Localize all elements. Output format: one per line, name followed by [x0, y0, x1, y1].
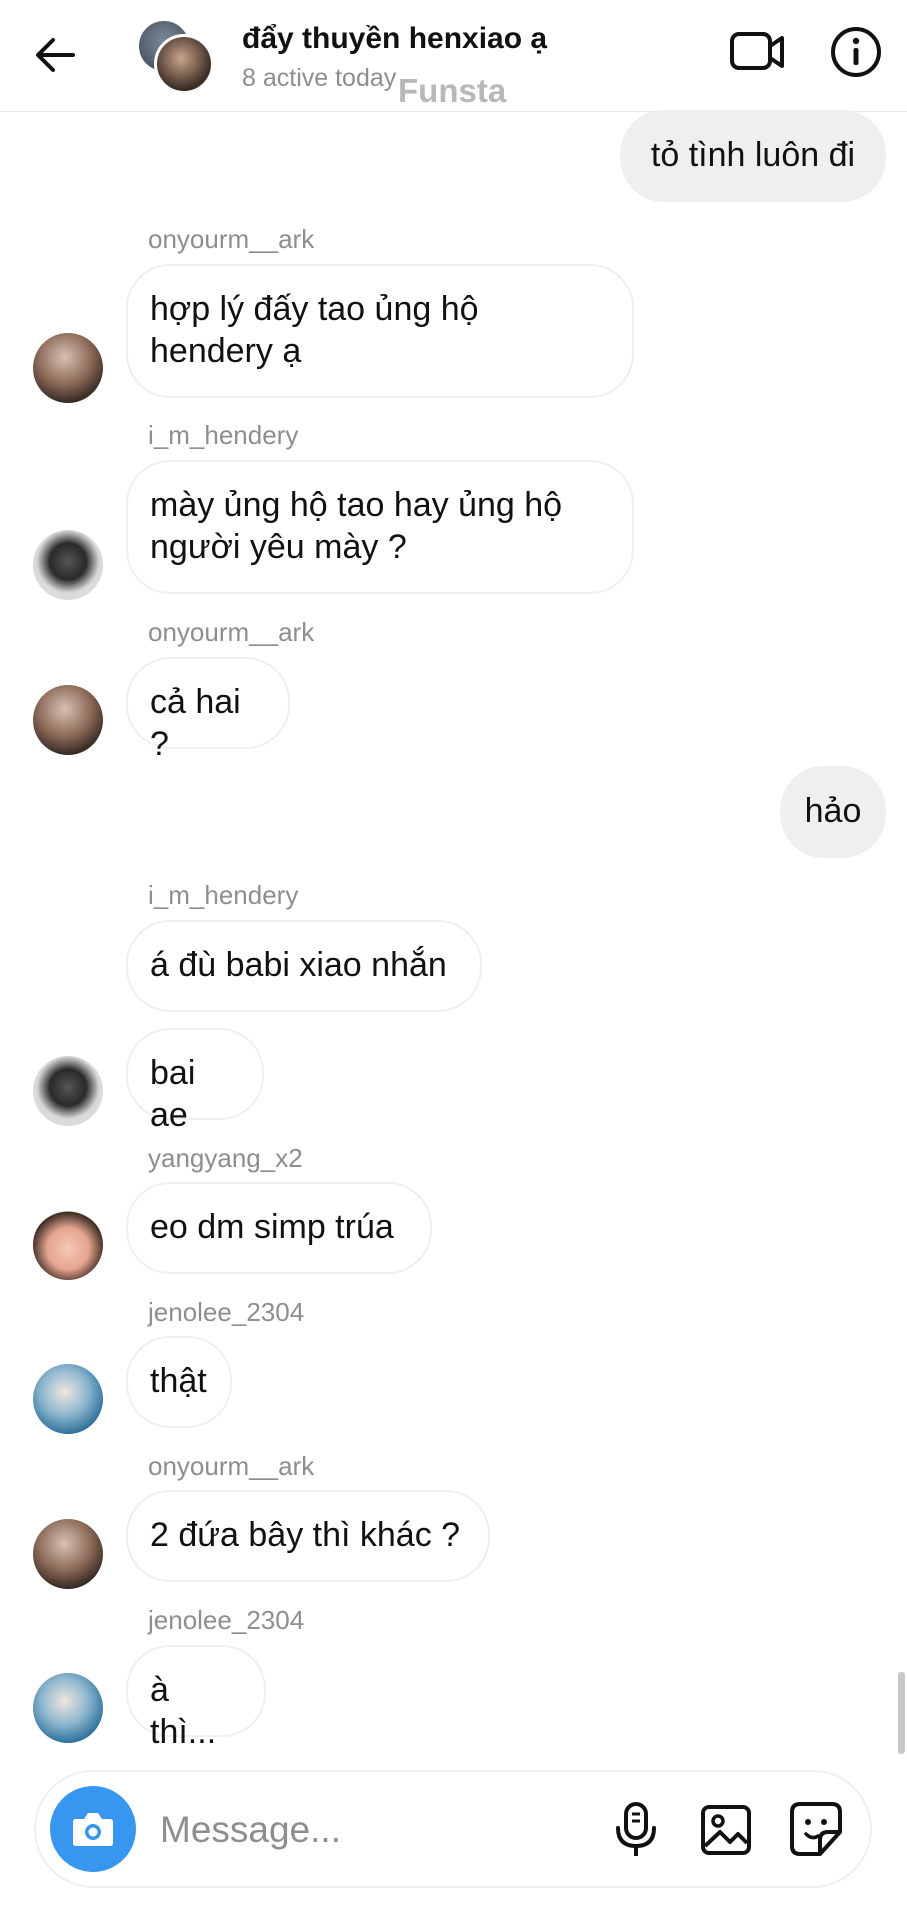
chat-title[interactable]: đẩy thuyền henxiao ạ: [242, 22, 547, 56]
back-button[interactable]: [30, 30, 80, 80]
message-text: hảo: [804, 792, 862, 830]
message-text: bai ae: [150, 1054, 196, 1134]
message-text: thật: [150, 1362, 207, 1400]
watermark-text: Funsta: [398, 72, 507, 109]
avatar[interactable]: [33, 1210, 103, 1280]
message-text: 2 đứa bây thì khác ?: [150, 1516, 461, 1554]
message-bubble-outgoing[interactable]: tỏ tình luôn đi: [620, 110, 886, 202]
group-avatar[interactable]: [136, 18, 214, 94]
avatar[interactable]: [33, 333, 103, 403]
microphone-button[interactable]: [608, 1800, 664, 1860]
group-member-avatar: [154, 34, 214, 94]
avatar[interactable]: [33, 530, 103, 600]
sender-name: onyourm__ark: [148, 224, 315, 254]
message-text-line: hợp lý đấy tao ủng hộ: [150, 290, 479, 328]
sender-name: yangyang_x2: [148, 1143, 303, 1173]
sender-name: onyourm__ark: [148, 1451, 315, 1481]
message-bubble-incoming[interactable]: à thì...: [126, 1645, 266, 1751]
video-call-button[interactable]: [728, 24, 788, 80]
message-text: á đù babi xiao nhắn: [150, 946, 447, 984]
message-text-line: người yêu mày ?: [150, 528, 407, 566]
sender-name: i_m_hendery: [148, 420, 299, 450]
sticker-icon: [790, 1802, 842, 1856]
avatar[interactable]: [33, 1519, 103, 1589]
info-icon: [831, 27, 881, 77]
video-call-icon: [730, 32, 784, 70]
message-text: cả hai ?: [150, 683, 241, 763]
sender-name: onyourm__ark: [148, 617, 315, 647]
message-bubble-incoming[interactable]: 2 đứa bây thì khác ?: [126, 1490, 490, 1582]
gallery-icon: [701, 1805, 751, 1855]
camera-icon: [73, 1813, 113, 1846]
gallery-button[interactable]: [698, 1802, 754, 1858]
info-button[interactable]: [828, 24, 884, 80]
arrow-back-icon: [36, 38, 75, 72]
message-input[interactable]: [158, 1798, 632, 1862]
sender-name: jenolee_2304: [148, 1297, 305, 1327]
sender-name: jenolee_2304: [148, 1605, 305, 1635]
message-bubble-outgoing[interactable]: hảo: [780, 766, 886, 858]
avatar[interactable]: [33, 1673, 103, 1743]
sender-name: i_m_hendery: [148, 880, 299, 910]
message-bubble-incoming[interactable]: thật: [126, 1336, 232, 1428]
message-bubble-incoming[interactable]: á đù babi xiao nhắn: [126, 920, 482, 1012]
message-bubble-incoming[interactable]: mày ủng hộ tao hay ủng hộ người yêu mày …: [126, 460, 634, 594]
message-text: tỏ tình luôn đi: [650, 136, 856, 174]
avatar[interactable]: [33, 685, 103, 755]
microphone-icon: [616, 1802, 656, 1856]
message-bubble-incoming[interactable]: cả hai ?: [126, 657, 290, 763]
message-bubble-incoming[interactable]: bai ae: [126, 1028, 264, 1134]
scrollbar[interactable]: [898, 1672, 905, 1754]
chat-header: đẩy thuyền henxiao ạ 8 active today Funs…: [0, 0, 907, 112]
message-bubble-incoming[interactable]: eo dm simp trúa: [126, 1182, 432, 1274]
message-text-line: mày ủng hộ tao hay ủng hộ: [150, 486, 563, 524]
active-status: 8 active today: [242, 64, 397, 92]
sticker-button[interactable]: [788, 1800, 844, 1858]
message-text: à thì...: [150, 1671, 217, 1751]
message-bubble-incoming[interactable]: hợp lý đấy tao ủng hộ hendery ạ: [126, 264, 634, 398]
avatar[interactable]: [33, 1056, 103, 1126]
message-composer: [34, 1770, 872, 1888]
avatar[interactable]: [33, 1364, 103, 1434]
message-text: eo dm simp trúa: [150, 1208, 394, 1246]
message-text-line: hendery ạ: [150, 332, 302, 370]
camera-button[interactable]: [50, 1786, 136, 1872]
